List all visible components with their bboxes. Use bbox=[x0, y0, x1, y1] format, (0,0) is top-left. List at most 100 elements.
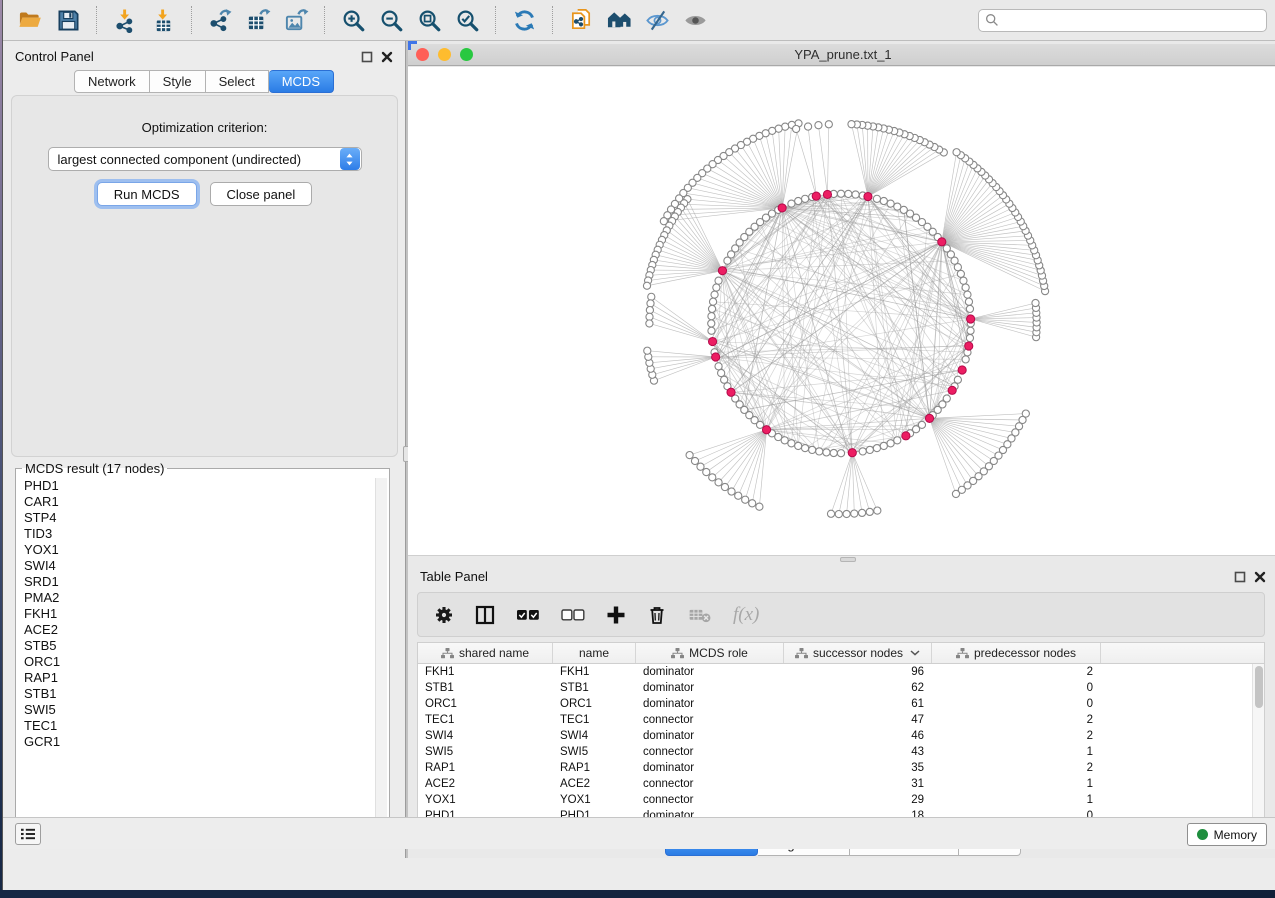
refresh-button[interactable] bbox=[505, 3, 543, 37]
toolbar-separator bbox=[495, 6, 496, 34]
mcds-result-item[interactable]: ORC1 bbox=[18, 654, 374, 670]
show-eye-button[interactable] bbox=[676, 3, 714, 37]
table-scrollbar[interactable] bbox=[1252, 664, 1264, 838]
run-mcds-button[interactable]: Run MCDS bbox=[97, 182, 197, 206]
open-folder-button[interactable] bbox=[11, 3, 49, 37]
search-icon bbox=[985, 13, 999, 27]
selected-criterion: largest connected component (undirected) bbox=[49, 152, 340, 167]
clone-network-button[interactable] bbox=[562, 3, 600, 37]
column-header-name[interactable]: name bbox=[553, 643, 636, 663]
column-header-shared-name[interactable]: shared name bbox=[418, 643, 553, 663]
optimization-criterion-select[interactable]: largest connected component (undirected) bbox=[48, 147, 362, 171]
column-header-successor-nodes[interactable]: successor nodes bbox=[784, 643, 932, 663]
tab-network[interactable]: Network bbox=[74, 70, 150, 93]
mcds-result-item[interactable]: RAP1 bbox=[18, 670, 374, 686]
zoom-out-button[interactable] bbox=[372, 3, 410, 37]
window-minimize-light[interactable] bbox=[438, 48, 451, 61]
window-close-light[interactable] bbox=[416, 48, 429, 61]
close-panel-button-mcds[interactable]: Close panel bbox=[210, 182, 313, 206]
table-scrollbar-thumb[interactable] bbox=[1255, 666, 1263, 708]
hide-graphics-button[interactable] bbox=[638, 3, 676, 37]
mcds-result-item[interactable]: SWI5 bbox=[18, 702, 374, 718]
export-table-button[interactable] bbox=[239, 3, 277, 37]
delete-button[interactable] bbox=[647, 605, 667, 625]
horizontal-splitter[interactable] bbox=[408, 556, 1275, 563]
mcds-result-box: MCDS result (17 nodes) PHD1CAR1STP4TID3Y… bbox=[15, 461, 390, 833]
save-button[interactable] bbox=[49, 3, 87, 37]
mcds-list-scrollbar[interactable] bbox=[375, 478, 387, 830]
hide-graphics-icon bbox=[645, 8, 670, 33]
mcds-result-item[interactable]: STB5 bbox=[18, 638, 374, 654]
mcds-result-item[interactable]: FKH1 bbox=[18, 606, 374, 622]
mcds-result-item[interactable]: YOX1 bbox=[18, 542, 374, 558]
network-window-titlebar[interactable]: YPA_prune.txt_1 bbox=[408, 44, 1275, 66]
network-canvas[interactable] bbox=[408, 67, 1275, 556]
mcds-result-item[interactable]: TEC1 bbox=[18, 718, 374, 734]
cell-MCDS-role: connector bbox=[636, 778, 784, 790]
task-history-button[interactable] bbox=[15, 823, 41, 845]
tab-mcds[interactable]: MCDS bbox=[269, 70, 334, 93]
table-row[interactable]: RAP1RAP1dominator352 bbox=[418, 760, 1264, 776]
table-row[interactable]: SWI4SWI4dominator462 bbox=[418, 728, 1264, 744]
float-table-panel-button[interactable] bbox=[1234, 571, 1246, 583]
mcds-result-item[interactable]: GCR1 bbox=[18, 734, 374, 750]
cell-predecessor-nodes: 2 bbox=[932, 714, 1101, 726]
table-row[interactable]: SWI5SWI5connector431 bbox=[418, 744, 1264, 760]
window-maximize-light[interactable] bbox=[460, 48, 473, 61]
add-button[interactable] bbox=[606, 605, 626, 625]
mcds-result-item[interactable]: PHD1 bbox=[18, 478, 374, 494]
cell-predecessor-nodes: 0 bbox=[932, 698, 1101, 710]
zoom-in-button[interactable] bbox=[334, 3, 372, 37]
cell-MCDS-role: dominator bbox=[636, 762, 784, 774]
table-row[interactable]: ORC1ORC1dominator610 bbox=[418, 696, 1264, 712]
zoom-selected-button[interactable] bbox=[448, 3, 486, 37]
mcds-result-item[interactable]: SRD1 bbox=[18, 574, 374, 590]
add-icon bbox=[606, 605, 626, 625]
cell-successor-nodes: 61 bbox=[784, 698, 932, 710]
close-panel-button[interactable] bbox=[381, 51, 393, 63]
export-image-button[interactable] bbox=[277, 3, 315, 37]
cell-name: TEC1 bbox=[553, 714, 636, 726]
export-network-button[interactable] bbox=[201, 3, 239, 37]
tab-style[interactable]: Style bbox=[150, 70, 206, 93]
zoom-fit-button[interactable] bbox=[410, 3, 448, 37]
table-row[interactable]: STB1STB1dominator620 bbox=[418, 680, 1264, 696]
mcds-result-item[interactable]: STB1 bbox=[18, 686, 374, 702]
search-input[interactable] bbox=[1003, 13, 1260, 27]
tab-select[interactable]: Select bbox=[206, 70, 269, 93]
mcds-result-item[interactable]: ACE2 bbox=[18, 622, 374, 638]
delete-table-button[interactable] bbox=[688, 607, 712, 623]
toolbar-separator bbox=[191, 6, 192, 34]
search-box[interactable] bbox=[978, 9, 1267, 32]
table-row[interactable]: ACE2ACE2connector311 bbox=[418, 776, 1264, 792]
splitter-handle-h[interactable] bbox=[840, 557, 856, 562]
mcds-result-item[interactable]: PMA2 bbox=[18, 590, 374, 606]
cell-name: YOX1 bbox=[553, 794, 636, 806]
export-network-icon bbox=[208, 8, 233, 33]
mcds-result-item[interactable]: SWI4 bbox=[18, 558, 374, 574]
import-table-button[interactable] bbox=[144, 3, 182, 37]
table-row[interactable]: FKH1FKH1dominator962 bbox=[418, 664, 1264, 680]
settings-button[interactable] bbox=[434, 605, 454, 625]
table-row[interactable]: YOX1YOX1connector291 bbox=[418, 792, 1264, 808]
column-header-MCDS-role[interactable]: MCDS role bbox=[636, 643, 784, 663]
cell-successor-nodes: 62 bbox=[784, 682, 932, 694]
table-row[interactable]: TEC1TEC1connector472 bbox=[418, 712, 1264, 728]
control-panel-title: Control Panel bbox=[15, 49, 94, 64]
mcds-result-item[interactable]: CAR1 bbox=[18, 494, 374, 510]
mcds-result-item[interactable]: STP4 bbox=[18, 510, 374, 526]
close-table-panel-button[interactable] bbox=[1254, 571, 1266, 583]
network-overview-button[interactable] bbox=[600, 3, 638, 37]
float-panel-button[interactable] bbox=[361, 51, 373, 63]
function-button[interactable]: f(x) bbox=[733, 604, 759, 626]
deselect-all-button[interactable] bbox=[561, 607, 585, 623]
columns-button[interactable] bbox=[475, 605, 495, 625]
memory-button[interactable]: Memory bbox=[1187, 823, 1267, 846]
select-all-button[interactable] bbox=[516, 607, 540, 623]
memory-status-icon bbox=[1197, 829, 1208, 840]
refresh-icon bbox=[512, 8, 537, 33]
import-network-button[interactable] bbox=[106, 3, 144, 37]
mcds-result-item[interactable]: TID3 bbox=[18, 526, 374, 542]
column-header-predecessor-nodes[interactable]: predecessor nodes bbox=[932, 643, 1101, 663]
cell-predecessor-nodes: 2 bbox=[932, 730, 1101, 742]
